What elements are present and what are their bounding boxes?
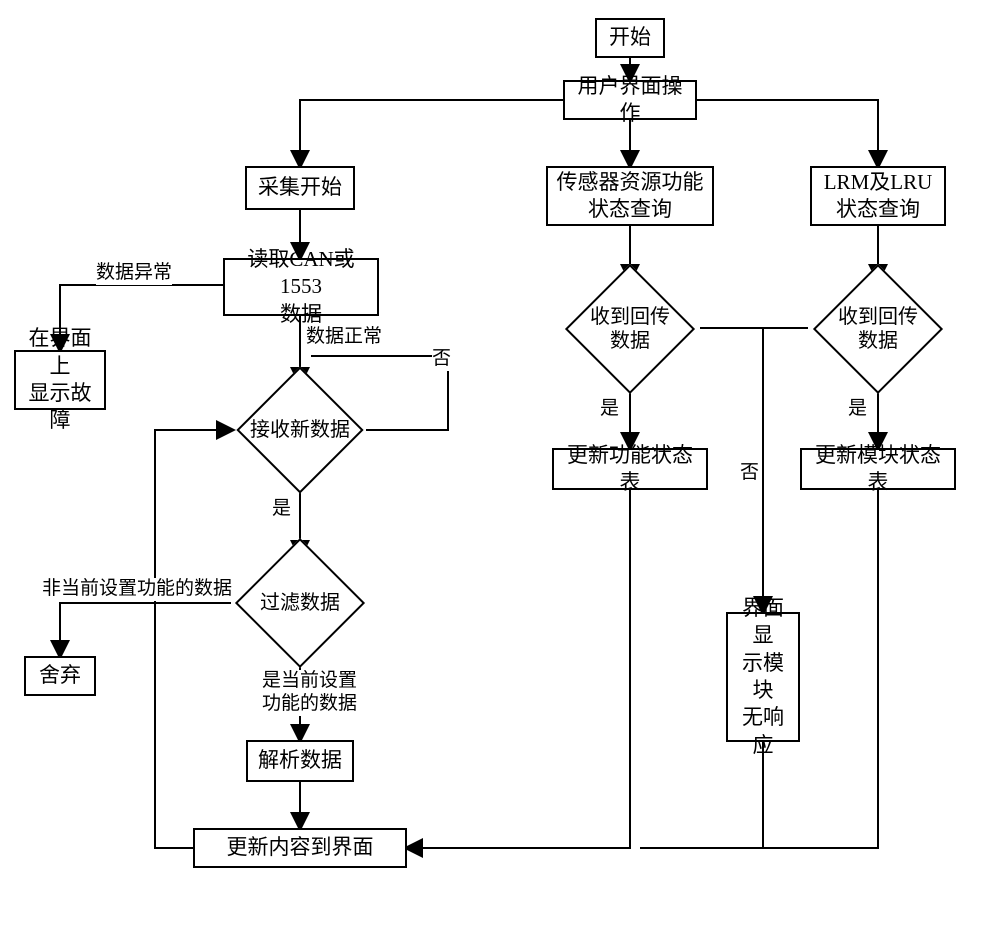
filter-data-decision: 过滤数据 (232, 556, 368, 650)
update-module-table-node: 更新模块状态表 (800, 448, 956, 490)
recv-return2-decision: 收到回传数据 (810, 282, 946, 376)
label-not-current: 非当前设置功能的数据 (42, 578, 232, 601)
label-data-abnormal: 数据异常 (96, 262, 172, 285)
recv-return1-label: 收到回传数据 (590, 305, 670, 353)
upd-func-label: 更新功能状态表 (562, 442, 698, 497)
label-data-normal: 数据正常 (306, 326, 382, 349)
user-interface-ops-node: 用户界面操作 (563, 80, 697, 120)
recv-new-data-label: 接收新数据 (250, 418, 350, 442)
flowchart-container: 开始 用户界面操作 采集开始 传感器资源功能 状态查询 LRM及LRU 状态查询… (0, 0, 1000, 936)
lrm-lru-label: LRM及LRU 状态查询 (824, 169, 933, 224)
update-func-table-node: 更新功能状态表 (552, 448, 708, 490)
start-label: 开始 (609, 24, 651, 51)
label-yes-1: 是 (272, 498, 291, 521)
start-node: 开始 (595, 18, 665, 58)
parse-data-node: 解析数据 (246, 740, 354, 782)
update-ui-label: 更新内容到界面 (227, 834, 374, 861)
lrm-lru-query-node: LRM及LRU 状态查询 (810, 166, 946, 226)
label-yes-3: 是 (848, 398, 867, 421)
recv-return1-decision: 收到回传数据 (562, 282, 698, 376)
module-no-response-node: 界面显 示模块 无响应 (726, 612, 800, 742)
label-is-current: 是当前设置 功能的数据 (262, 670, 357, 716)
recv-return2-label: 收到回传数据 (838, 305, 918, 353)
sensor-query-node: 传感器资源功能 状态查询 (546, 166, 714, 226)
label-no-2: 否 (740, 462, 759, 485)
ui-ops-label: 用户界面操作 (573, 73, 687, 128)
no-resp-label: 界面显 示模块 无响应 (736, 595, 790, 759)
label-no-1: 否 (432, 348, 451, 371)
read-can-label: 读取CAN或1553 数据 (233, 246, 369, 328)
update-ui-node: 更新内容到界面 (193, 828, 407, 868)
display-fault-label: 在界面上 显示故障 (24, 325, 96, 434)
parse-data-label: 解析数据 (258, 747, 342, 774)
read-can-1553-node: 读取CAN或1553 数据 (223, 258, 379, 316)
collect-start-label: 采集开始 (258, 174, 342, 201)
discard-label: 舍弃 (39, 662, 81, 689)
label-yes-2: 是 (600, 398, 619, 421)
upd-mod-label: 更新模块状态表 (810, 442, 946, 497)
recv-new-data-decision: 接收新数据 (234, 384, 366, 476)
filter-data-label: 过滤数据 (260, 591, 340, 615)
collect-start-node: 采集开始 (245, 166, 355, 210)
display-fault-node: 在界面上 显示故障 (14, 350, 106, 410)
discard-node: 舍弃 (24, 656, 96, 696)
sensor-query-label: 传感器资源功能 状态查询 (557, 169, 704, 224)
